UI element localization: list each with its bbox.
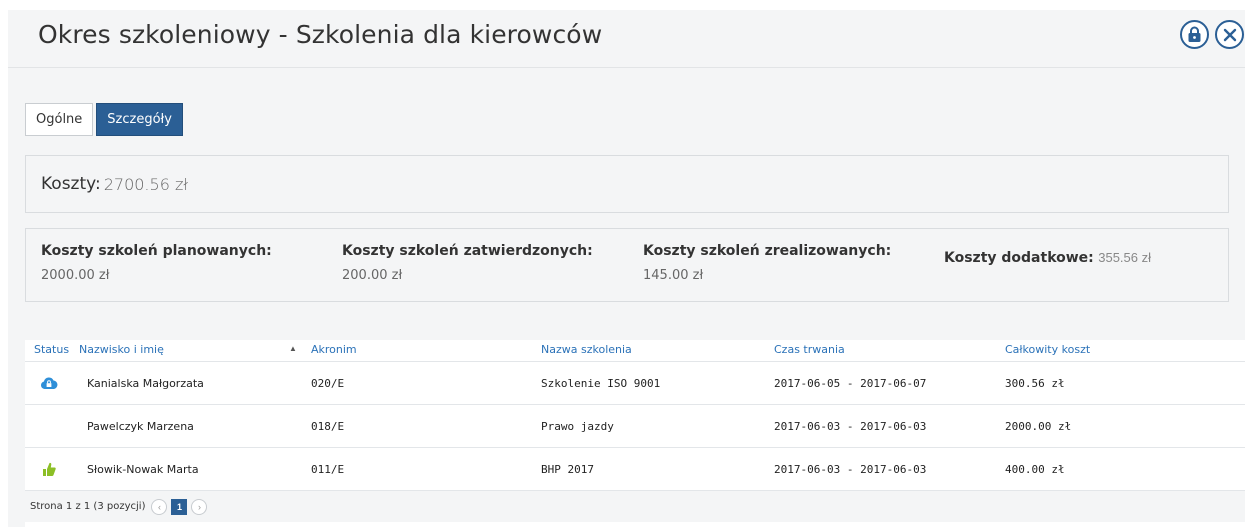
pager-info: Strona 1 z 1 (3 pozycji) [30,501,146,512]
tab-bar: Ogólne Szczegóły [25,103,183,136]
column-acronym[interactable]: Akronim [311,343,357,356]
prev-page-button[interactable]: ‹ [151,498,168,515]
total-cost-panel: Koszty: 2700.56 zł [25,155,1229,213]
dialog-window: Okres szkoleniowy - Szkolenia dla kierow… [8,10,1245,527]
realized-cost-value: 145.00 zł [643,268,704,283]
column-training-name[interactable]: Nazwa szkolenia [541,343,632,356]
table-row[interactable]: Pawelczyk Marzena 018/E Prawo jazdy 2017… [25,405,1245,448]
sort-asc-icon: ▲ [289,344,297,353]
table-row[interactable]: Słowik-Nowak Marta 011/E BHP 2017 2017-0… [25,448,1245,491]
column-status[interactable]: Status [34,343,69,356]
cost-summary-panel: Koszty szkoleń planowanych: 2000.00 zł K… [25,228,1229,302]
cell-duration: 2017-06-05 - 2017-06-07 [774,377,927,390]
planned-cost: Koszty szkoleń planowanych: 2000.00 zł [41,243,272,283]
page-title: Okres szkoleniowy - Szkolenia dla kierow… [38,20,603,49]
cell-cost: 2000.00 zł [1005,420,1072,433]
approved-cost-label: Koszty szkoleń zatwierdzonych: [342,243,593,259]
additional-cost-value: 355.56 zł [1098,250,1151,265]
cell-name: Słowik-Nowak Marta [87,463,199,476]
cloud-lock-icon [41,377,58,389]
cell-training: Szkolenie ISO 9001 [541,377,661,390]
table-header: Status Nazwisko i imię ▲ Akronim Nazwa s… [25,340,1245,362]
close-button[interactable] [1215,20,1244,49]
close-icon [1223,28,1236,41]
cell-name: Pawelczyk Marzena [87,420,194,433]
cell-training: Prawo jazdy [541,420,614,433]
tab-general[interactable]: Ogólne [25,103,94,136]
planned-cost-label: Koszty szkoleń planowanych: [41,243,272,259]
additional-cost: Koszty dodatkowe: 355.56 zł [944,249,1151,267]
lock-icon [1188,26,1201,42]
next-page-button[interactable]: › [191,498,208,515]
column-duration[interactable]: Czas trwania [774,343,845,356]
additional-cost-label: Koszty dodatkowe: [944,250,1094,266]
realized-cost: Koszty szkoleń zrealizowanych: 145.00 zł [643,243,891,283]
table-row[interactable]: Kanialska Małgorzata 020/E Szkolenie ISO… [25,362,1245,405]
cell-duration: 2017-06-03 - 2017-06-03 [774,420,927,433]
thumb-up-icon [43,462,56,476]
cell-duration: 2017-06-03 - 2017-06-03 [774,463,927,476]
dialog-header: Okres szkoleniowy - Szkolenia dla kierow… [8,10,1245,68]
column-total-cost[interactable]: Całkowity koszt [1005,343,1090,356]
column-name[interactable]: Nazwisko i imię [79,343,164,356]
lock-button[interactable] [1180,20,1209,49]
cell-cost: 400.00 zł [1005,463,1065,476]
cell-acronym: 020/E [311,377,345,390]
cell-acronym: 018/E [311,420,345,433]
cell-acronym: 011/E [311,463,345,476]
realized-cost-label: Koszty szkoleń zrealizowanych: [643,243,892,259]
total-cost-value: 2700.56 zł [103,174,188,194]
planned-cost-value: 2000.00 zł [41,268,110,283]
training-table: Status Nazwisko i imię ▲ Akronim Nazwa s… [25,340,1245,527]
current-page-button[interactable]: 1 [171,498,188,515]
cell-training: BHP 2017 [541,463,594,476]
total-cost-label: Koszty: [41,174,101,194]
pager: Strona 1 z 1 (3 pozycji) ‹ 1 › [25,491,1245,522]
cell-name: Kanialska Małgorzata [87,377,204,390]
tab-details[interactable]: Szczegóły [96,103,183,136]
cell-cost: 300.56 zł [1005,377,1065,390]
approved-cost: Koszty szkoleń zatwierdzonych: 200.00 zł [342,243,593,283]
approved-cost-value: 200.00 zł [342,268,403,283]
